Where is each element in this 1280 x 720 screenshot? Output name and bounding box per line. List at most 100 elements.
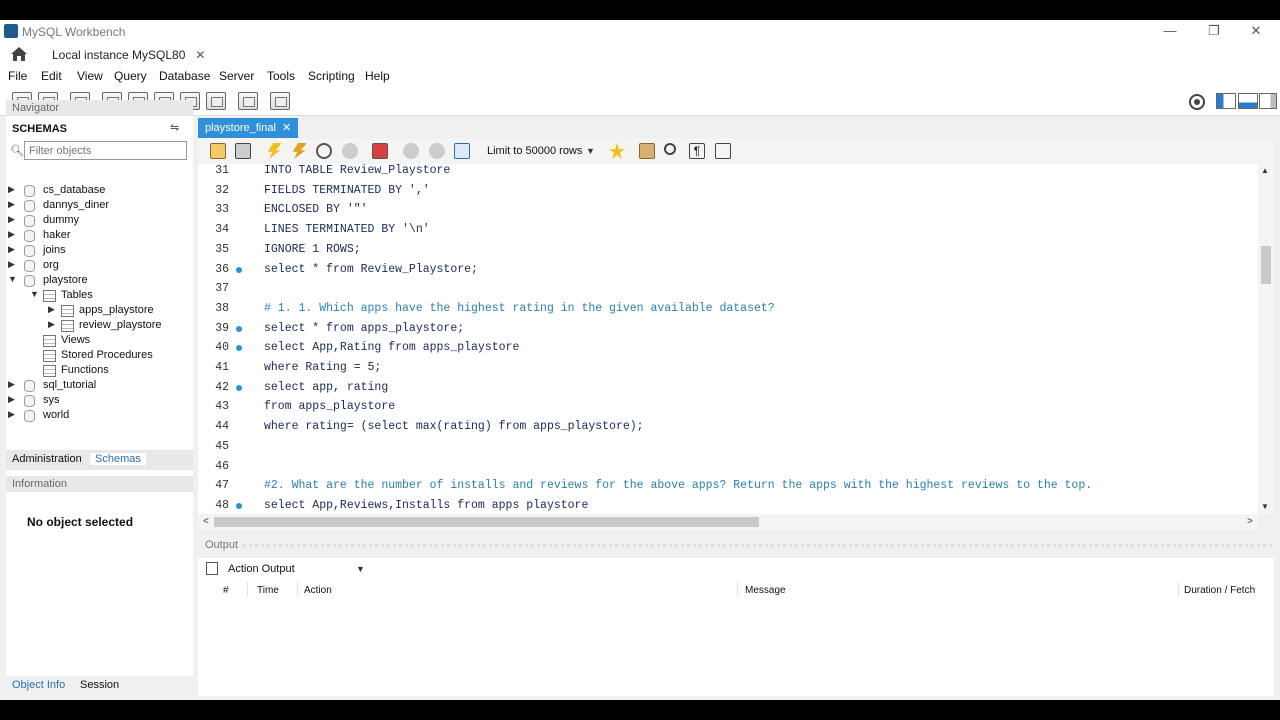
- schema-cs-database[interactable]: ▶ cs_database: [8, 184, 188, 199]
- code-text[interactable]: from apps_playstore: [264, 400, 395, 413]
- column-header-action[interactable]: Action: [304, 585, 332, 596]
- code-text[interactable]: LINES TERMINATED BY '\n': [264, 223, 430, 236]
- toggle-sidebar-icon[interactable]: [1216, 93, 1236, 109]
- toggle-output-icon[interactable]: [1238, 93, 1258, 109]
- expand-arrow-icon[interactable]: ▶: [48, 304, 58, 315]
- expand-arrow-icon[interactable]: ▶: [8, 244, 18, 255]
- editor-horizontal-scroll-thumb[interactable]: [214, 517, 759, 527]
- code-text[interactable]: where rating= (select max(rating) from a…: [264, 420, 644, 433]
- code-text[interactable]: FIELDS TERMINATED BY ',': [264, 184, 430, 197]
- schema-org[interactable]: ▶ org: [8, 259, 188, 274]
- editor-vertical-scrollbar[interactable]: [1258, 164, 1274, 514]
- menu-view[interactable]: View: [77, 69, 103, 83]
- home-icon[interactable]: [10, 46, 28, 62]
- refresh-schemas-icon[interactable]: ⇋: [170, 121, 179, 134]
- menu-help[interactable]: Help: [365, 69, 390, 83]
- close-icon[interactable]: ✕: [1248, 23, 1264, 39]
- collapse-arrow-icon[interactable]: ▼: [8, 274, 18, 284]
- create-function-icon[interactable]: [206, 92, 226, 110]
- reconnect-icon[interactable]: [270, 92, 290, 110]
- menu-database[interactable]: Database: [159, 69, 210, 83]
- rollback-icon[interactable]: [429, 143, 445, 159]
- minimize-icon[interactable]: —: [1162, 23, 1178, 39]
- code-text[interactable]: select * from apps_playstore;: [264, 322, 464, 335]
- settings-gear-icon[interactable]: [1188, 93, 1206, 111]
- chevron-down-icon[interactable]: ▼: [356, 564, 365, 574]
- save-icon[interactable]: [235, 143, 251, 159]
- commit-icon[interactable]: [403, 143, 419, 159]
- code-text[interactable]: ENCLOSED BY '"': [264, 203, 368, 216]
- tab-administration[interactable]: Administration: [12, 453, 82, 465]
- tree-procedures-folder[interactable]: Stored Procedures: [8, 349, 188, 364]
- column-header-time[interactable]: Time: [257, 585, 279, 596]
- scroll-up-icon[interactable]: ▲: [1261, 166, 1269, 175]
- code-comment[interactable]: # 1. 1. Which apps have the highest rati…: [264, 302, 775, 315]
- expand-arrow-icon[interactable]: ▶: [8, 409, 18, 420]
- tree-tables-folder[interactable]: ▼ Tables: [8, 289, 188, 304]
- menu-server[interactable]: Server: [219, 69, 254, 83]
- expand-arrow-icon[interactable]: ▶: [8, 394, 18, 405]
- close-editor-tab-icon[interactable]: ✕: [282, 122, 291, 134]
- schema-dummy[interactable]: ▶ dummy: [8, 214, 188, 229]
- menu-edit[interactable]: Edit: [41, 69, 62, 83]
- menu-scripting[interactable]: Scripting: [308, 69, 355, 83]
- word-wrap-icon[interactable]: [715, 143, 731, 159]
- table-review-playstore[interactable]: ▶ review_playstore: [8, 319, 188, 334]
- schema-dannys-diner[interactable]: ▶ dannys_diner: [8, 199, 188, 214]
- schema-sys[interactable]: ▶ sys: [8, 394, 188, 409]
- table-apps-playstore[interactable]: ▶ apps_playstore: [8, 304, 188, 319]
- expand-arrow-icon[interactable]: ▶: [8, 214, 18, 225]
- collapse-arrow-icon[interactable]: ▼: [30, 289, 40, 299]
- menu-file[interactable]: File: [8, 69, 27, 83]
- stop-icon[interactable]: [342, 143, 358, 159]
- code-text[interactable]: INTO TABLE Review_Playstore: [264, 164, 450, 177]
- invisible-characters-icon[interactable]: ¶: [689, 143, 705, 159]
- tree-functions-folder[interactable]: Functions: [8, 364, 188, 379]
- restore-icon[interactable]: ❐: [1206, 23, 1222, 39]
- code-text[interactable]: select App,Reviews,Installs from apps pl…: [264, 499, 588, 512]
- schema-joins[interactable]: ▶ joins: [8, 244, 188, 259]
- tree-views-folder[interactable]: Views: [8, 334, 188, 349]
- editor-vertical-scroll-thumb[interactable]: [1261, 246, 1271, 284]
- autocommit-icon[interactable]: [454, 143, 470, 159]
- menu-query[interactable]: Query: [114, 69, 147, 83]
- column-header-duration[interactable]: Duration / Fetch: [1184, 585, 1255, 596]
- toggle-secondary-sidebar-icon[interactable]: [1259, 93, 1277, 109]
- schema-playstore[interactable]: ▼ playstore: [8, 274, 188, 289]
- code-comment[interactable]: #2. What are the number of installs and …: [264, 479, 1092, 492]
- close-tab-icon[interactable]: ✕: [195, 48, 205, 62]
- beautify-icon[interactable]: [639, 143, 655, 159]
- expand-arrow-icon[interactable]: ▶: [8, 259, 18, 270]
- schema-haker[interactable]: ▶ haker: [8, 229, 188, 244]
- connection-tab[interactable]: Local instance MySQL80 ✕: [38, 44, 219, 66]
- copy-output-icon[interactable]: [206, 562, 218, 575]
- tab-object-info[interactable]: Object Info: [12, 679, 65, 691]
- expand-arrow-icon[interactable]: ▶: [48, 319, 58, 330]
- explain-icon[interactable]: [316, 143, 332, 159]
- expand-arrow-icon[interactable]: ▶: [8, 229, 18, 240]
- scroll-right-icon[interactable]: >: [1247, 516, 1253, 527]
- scroll-left-icon[interactable]: <: [203, 516, 209, 527]
- expand-arrow-icon[interactable]: ▶: [8, 379, 18, 390]
- column-header-number[interactable]: #: [223, 585, 229, 596]
- add-snippet-icon[interactable]: [609, 143, 625, 159]
- open-file-icon[interactable]: [210, 143, 226, 159]
- code-text[interactable]: select * from Review_Playstore;: [264, 263, 478, 276]
- search-table-data-icon[interactable]: [238, 92, 258, 110]
- expand-arrow-icon[interactable]: ▶: [8, 199, 18, 210]
- code-text[interactable]: IGNORE 1 ROWS;: [264, 243, 361, 256]
- output-divider[interactable]: [242, 544, 1272, 548]
- editor-tab-playstore-final[interactable]: playstore_final ✕: [198, 118, 299, 138]
- tab-schemas[interactable]: Schemas: [90, 453, 146, 465]
- tab-session[interactable]: Session: [80, 679, 119, 691]
- find-icon[interactable]: [664, 143, 676, 155]
- schema-sql-tutorial[interactable]: ▶ sql_tutorial: [8, 379, 188, 394]
- column-header-message[interactable]: Message: [745, 585, 786, 596]
- execute-icon[interactable]: [267, 143, 282, 159]
- menu-tools[interactable]: Tools: [267, 69, 295, 83]
- code-text[interactable]: where Rating = 5;: [264, 361, 381, 374]
- toggle-error-stop-icon[interactable]: [372, 143, 388, 159]
- expand-arrow-icon[interactable]: ▶: [8, 184, 18, 195]
- sql-editor[interactable]: 31 INTO TABLE Review_Playstore 32 FIELDS T…: [198, 164, 1258, 514]
- chevron-down-icon[interactable]: ▼: [586, 146, 595, 156]
